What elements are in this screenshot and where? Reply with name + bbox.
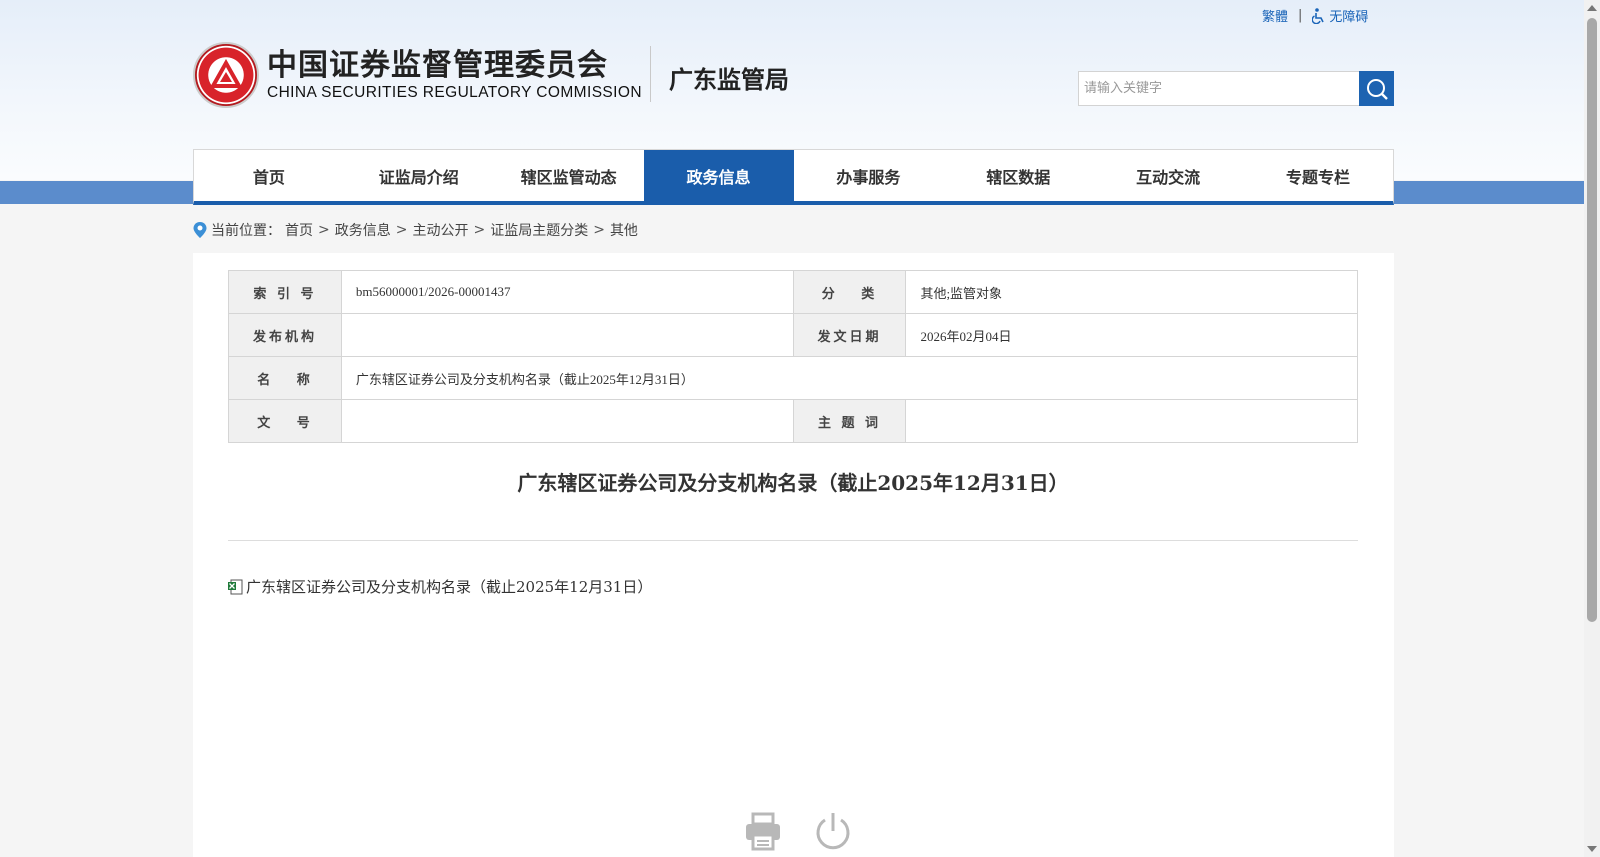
attachment-name: 广东辖区证券公司及分支机构名录（截止2025年12月31日）	[246, 578, 653, 596]
keywords-value	[905, 399, 1358, 443]
nav-item-government-info[interactable]: 政务信息	[643, 150, 794, 201]
attachment-link[interactable]: 广东辖区证券公司及分支机构名录（截止2025年12月31日）	[228, 576, 652, 597]
breadcrumb-home[interactable]: 首页	[285, 220, 313, 240]
accessibility-link[interactable]: 无障碍	[1312, 6, 1368, 25]
docno-value	[340, 399, 794, 443]
date-value: 2026年02月04日	[905, 313, 1358, 357]
name-value: 广东辖区证券公司及分支机构名录（截止2025年12月31日）	[340, 356, 1359, 400]
breadcrumb-government-info[interactable]: 政务信息	[335, 220, 391, 240]
nav-item-bureau-intro[interactable]: 证监局介绍	[344, 150, 494, 201]
accessibility-icon	[1312, 7, 1325, 24]
search-button[interactable]	[1359, 71, 1394, 106]
table-row: 名 称 广东辖区证券公司及分支机构名录（截止2025年12月31日）	[228, 356, 1359, 400]
search-input[interactable]	[1079, 72, 1359, 105]
name-label: 名 称	[228, 356, 342, 400]
content-panel: 索 引 号 bm56000001/2026-00001437 分 类 其他;监管…	[193, 253, 1394, 857]
breadcrumb-separator: >	[593, 222, 605, 238]
table-row: 发布机构 发文日期 2026年02月04日	[228, 313, 1358, 357]
nav-item-regulatory-news[interactable]: 辖区监管动态	[494, 150, 644, 201]
title-divider	[228, 540, 1358, 541]
excel-file-icon	[228, 579, 243, 594]
scroll-up-icon[interactable]	[1587, 5, 1597, 11]
breadcrumb-prefix: 当前位置：	[211, 223, 281, 239]
publisher-value	[340, 313, 794, 357]
table-row: 索 引 号 bm56000001/2026-00001437 分 类 其他;监管…	[228, 270, 1358, 314]
logo-chinese-name: 中国证券监督管理委员会	[267, 48, 608, 83]
csrc-emblem-icon	[193, 42, 259, 108]
index-label: 索 引 号	[228, 270, 342, 314]
search-box	[1078, 71, 1394, 106]
location-pin-icon	[193, 222, 207, 238]
docno-label: 文 号	[228, 399, 342, 443]
search-icon	[1366, 78, 1388, 100]
page-tools	[743, 811, 853, 851]
scroll-thumb[interactable]	[1587, 18, 1597, 622]
date-label: 发文日期	[792, 313, 907, 357]
document-title: 广东辖区证券公司及分支机构名录（截止2025年12月31日）	[517, 471, 1069, 495]
publisher-label: 发布机构	[228, 313, 342, 357]
link-separator: |	[1298, 8, 1303, 23]
document-meta-table: 索 引 号 bm56000001/2026-00001437 分 类 其他;监管…	[228, 270, 1359, 443]
top-links: 繁體 | 无障碍	[1262, 6, 1368, 25]
csrc-logo[interactable]: 中国证券监督管理委员会 CHINA SECURITIES REGULATORY …	[193, 42, 642, 108]
table-row: 文 号 主 题 词	[228, 399, 1358, 443]
logo-divider	[650, 46, 651, 102]
breadcrumb-public-disclosure[interactable]: 主动公开	[412, 220, 468, 240]
breadcrumb-other[interactable]: 其他	[610, 220, 638, 240]
breadcrumb-separator: >	[395, 222, 408, 238]
scroll-down-icon[interactable]	[1587, 846, 1597, 852]
nav-item-interaction[interactable]: 互动交流	[1093, 150, 1243, 201]
nav-item-home[interactable]: 首页	[194, 150, 344, 201]
breadcrumb: 当前位置： 首页 > 政务信息 > 主动公开 > 证监局主题分类 > 其他	[193, 220, 638, 240]
bureau-name: 广东监管局	[669, 66, 789, 94]
page-scrollbar[interactable]	[1584, 0, 1600, 857]
nav-item-special-topics[interactable]: 专题专栏	[1243, 150, 1393, 201]
traditional-chinese-link[interactable]: 繁體	[1262, 6, 1288, 25]
nav-item-region-data[interactable]: 辖区数据	[943, 150, 1093, 201]
breadcrumb-separator: >	[318, 222, 330, 238]
accessibility-label: 无障碍	[1329, 10, 1369, 25]
breadcrumb-separator: >	[473, 222, 486, 238]
logo-english-name: CHINA SECURITIES REGULATORY COMMISSION	[267, 84, 642, 101]
print-icon[interactable]	[743, 811, 783, 851]
close-page-icon[interactable]	[813, 811, 853, 851]
keywords-label: 主 题 词	[792, 399, 907, 443]
category-label: 分 类	[792, 270, 907, 314]
index-value: bm56000001/2026-00001437	[340, 270, 794, 314]
main-nav: 首页 证监局介绍 辖区监管动态 政务信息 办事服务 辖区数据 互动交流 专题专栏	[193, 149, 1394, 205]
category-value: 其他;监管对象	[905, 270, 1358, 314]
breadcrumb-topic-category[interactable]: 证监局主题分类	[490, 220, 588, 240]
nav-item-services[interactable]: 办事服务	[794, 150, 944, 201]
